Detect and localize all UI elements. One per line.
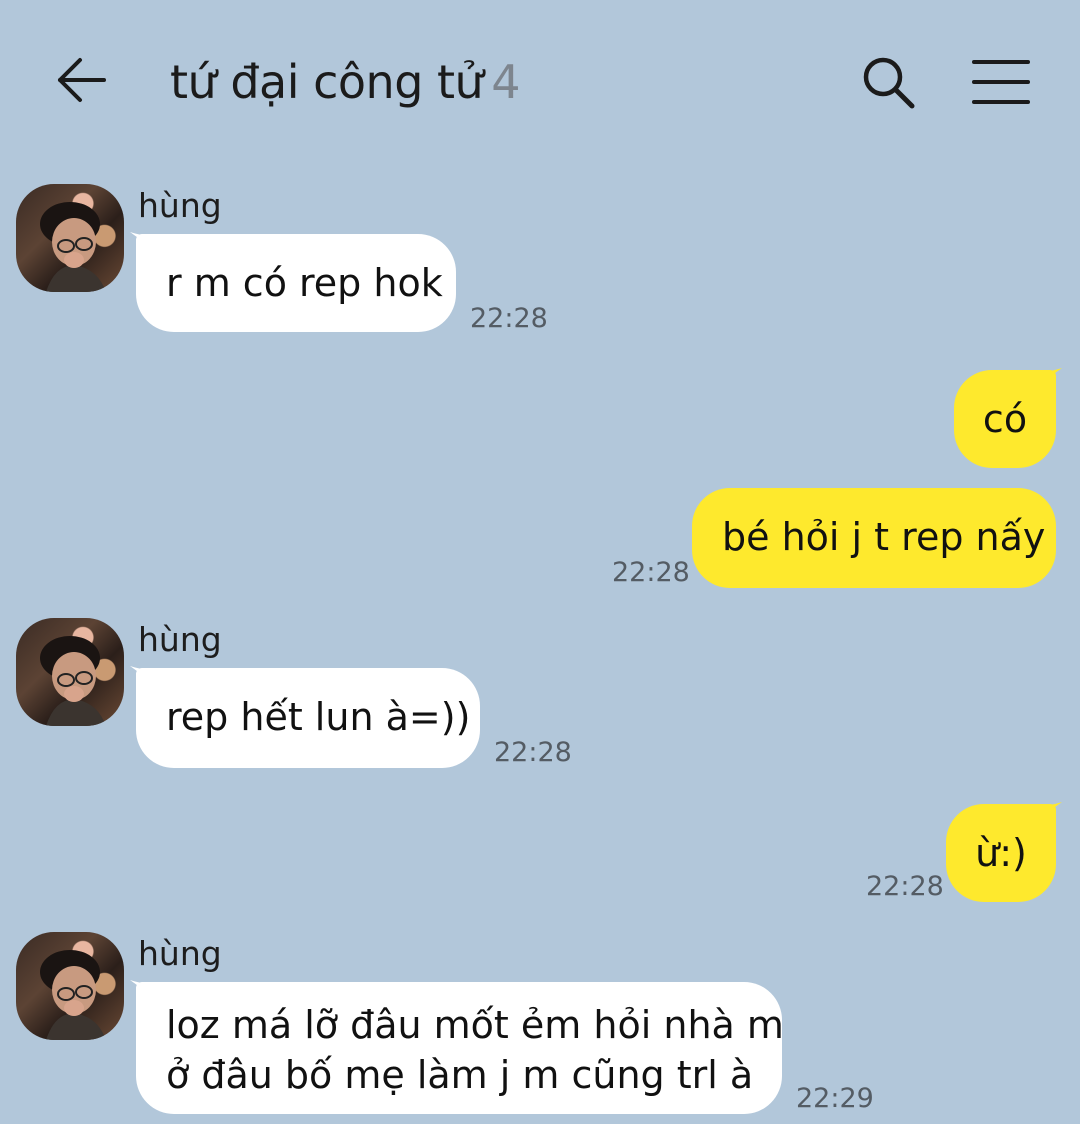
message-time: 22:28	[470, 303, 548, 334]
sender-name: hùng	[138, 186, 222, 225]
avatar-photo	[40, 950, 106, 1040]
message-bubble[interactable]: rep hết lun à=))	[136, 668, 480, 768]
message-line: loz má lỡ đâu mốt ẻm hỏi nhà m	[166, 1003, 784, 1047]
back-arrow-icon	[58, 58, 106, 102]
message-bubble[interactable]: ừ:)	[946, 804, 1056, 902]
search-icon	[863, 57, 915, 109]
back-button[interactable]	[54, 52, 110, 108]
message-time: 22:29	[796, 1083, 874, 1114]
sender-name: hùng	[138, 620, 222, 659]
member-count: 4	[491, 55, 520, 109]
message-time: 22:28	[866, 871, 944, 902]
message-line: ở đâu bố mẹ làm j m cũng trl à	[166, 1053, 754, 1097]
avatar-photo	[40, 202, 106, 292]
avatar-photo	[40, 636, 106, 726]
sender-avatar[interactable]	[16, 184, 124, 292]
message-bubble[interactable]: có	[954, 370, 1056, 468]
message-time: 22:28	[494, 737, 572, 768]
sender-avatar[interactable]	[16, 618, 124, 726]
search-button[interactable]	[858, 52, 918, 112]
sender-name: hùng	[138, 934, 222, 973]
menu-button[interactable]	[970, 56, 1032, 108]
chat-title: tứ đại công tử 4	[170, 50, 520, 114]
sender-avatar[interactable]	[16, 932, 124, 1040]
message-bubble[interactable]: bé hỏi j t rep nấy	[692, 488, 1056, 588]
chat-title-text: tứ đại công tử	[170, 55, 484, 109]
message-bubble[interactable]: r m có rep hok	[136, 234, 456, 332]
message-bubble[interactable]: loz má lỡ đâu mốt ẻm hỏi nhà m ở đâu bố …	[136, 982, 784, 1114]
message-time: 22:28	[612, 557, 690, 588]
chat-header: tứ đại công tử 4	[0, 0, 1080, 165]
menu-icon	[972, 60, 1030, 104]
